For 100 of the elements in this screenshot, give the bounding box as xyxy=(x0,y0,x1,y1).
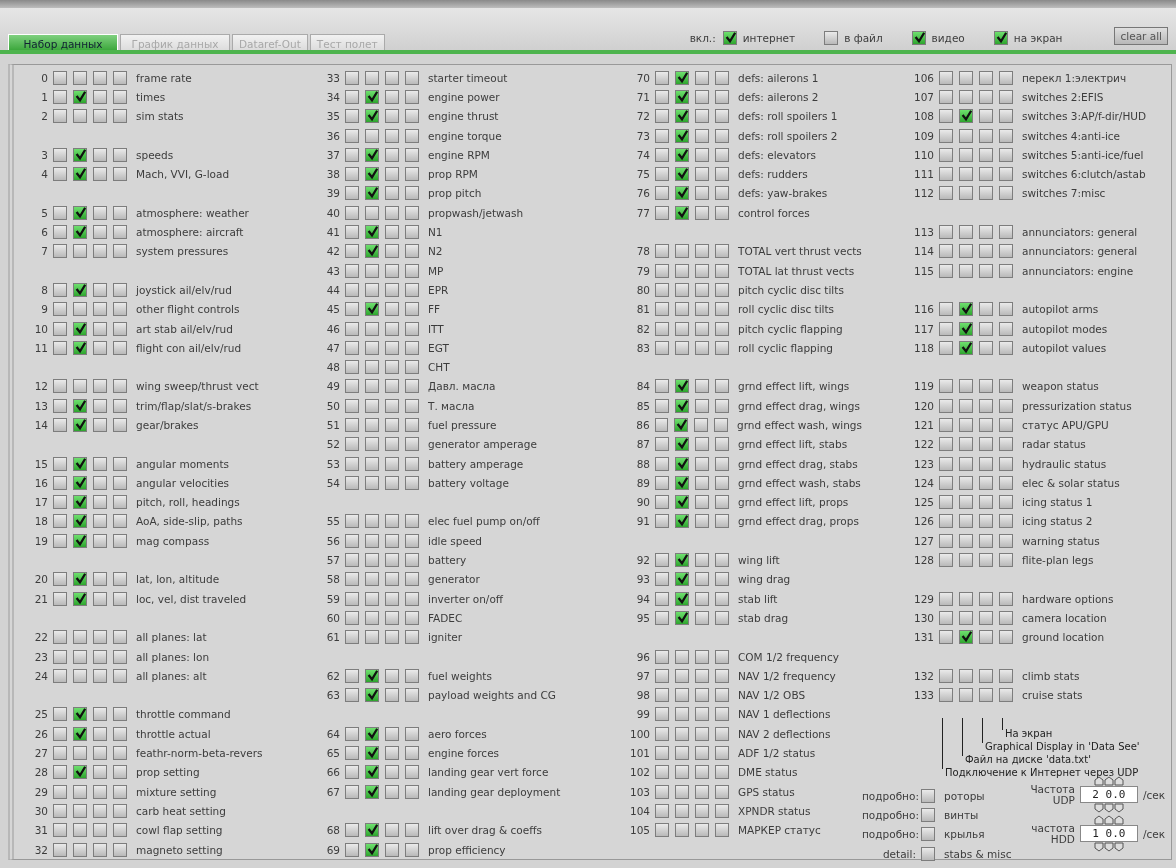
row-label: propwash/jetwash xyxy=(428,206,524,219)
row-label: mag compass xyxy=(136,534,210,547)
outputs-label: вкл.: xyxy=(689,32,716,44)
rate-field[interactable]: 1 0.0 xyxy=(1079,825,1138,843)
row-label: engine thrust xyxy=(428,110,499,123)
row-number: 130 xyxy=(912,611,934,624)
row-number: 30 xyxy=(33,804,48,817)
row-label: flite-plan legs xyxy=(1022,554,1094,567)
row-number: 106 xyxy=(912,71,934,84)
row-label: generator xyxy=(428,573,480,586)
row-label: wing drag xyxy=(738,573,791,586)
row-number: 9 xyxy=(40,303,48,316)
row-number: 60 xyxy=(325,611,340,624)
row-label: engine forces xyxy=(428,747,500,760)
row-label: throttle command xyxy=(136,708,231,721)
row-number: 6 xyxy=(40,226,48,238)
row-number: 109 xyxy=(912,129,934,142)
row-label: other flight controls xyxy=(136,303,240,316)
row-number: 98 xyxy=(635,689,650,702)
row-label: switches 5:anti-ice/fuel xyxy=(1022,148,1144,161)
row-number: 3 xyxy=(40,148,48,161)
row-label: defs: rudders xyxy=(738,168,808,181)
row-number: 108 xyxy=(912,110,934,123)
row-label: XPNDR status xyxy=(738,804,811,817)
row-label: grnd effect lift, stabs xyxy=(738,438,848,451)
row-label: ground location xyxy=(1022,631,1105,644)
row-label: defs: roll spoilers 2 xyxy=(738,129,838,142)
row-number: 17 xyxy=(33,496,48,509)
row-number: 0 xyxy=(40,71,48,84)
row-number: 31 xyxy=(33,824,48,837)
decrease-arrows-icon[interactable] xyxy=(1093,842,1124,853)
row-label: switches 7:misc xyxy=(1022,187,1106,200)
row-label: N2 xyxy=(428,245,443,258)
row-label: radar status xyxy=(1022,438,1086,451)
row-label: annunciators: general xyxy=(1022,245,1138,258)
row-label: autopilot values xyxy=(1022,341,1107,354)
row-number: 88 xyxy=(635,457,650,470)
row-label: engine power xyxy=(428,90,500,103)
row-number: 99 xyxy=(635,708,650,721)
decrease-arrows-icon[interactable] xyxy=(1093,803,1124,814)
row-number: 86 xyxy=(635,419,650,431)
row-number: 120 xyxy=(912,399,934,412)
row-label: grnd effect wash, wings xyxy=(737,419,862,431)
row-number: 115 xyxy=(912,264,934,277)
rate-label: Частота UDP xyxy=(1029,783,1075,806)
row-number: 1 xyxy=(40,90,48,103)
clear-all-button[interactable]: clear all xyxy=(1114,27,1168,45)
rate-field[interactable]: 2 0.0 xyxy=(1079,786,1138,804)
row-number: 89 xyxy=(635,476,650,489)
row-number: 69 xyxy=(325,843,340,856)
row-number: 68 xyxy=(325,824,340,837)
row-label: landing gear deployment xyxy=(428,785,561,798)
row-number: 57 xyxy=(325,554,340,567)
row-number: 96 xyxy=(635,650,650,663)
increase-arrows-icon[interactable] xyxy=(1093,776,1124,787)
row-label: TOTAL lat thrust vects xyxy=(738,264,855,277)
row-number: 42 xyxy=(325,245,340,258)
row-number: 111 xyxy=(912,168,934,181)
row-label: frame rate xyxy=(136,71,192,84)
row-label: all planes: lon xyxy=(136,650,210,663)
tab[interactable]: Набор данных xyxy=(8,34,118,50)
row-label: feathr-norm-beta-revers xyxy=(136,747,263,760)
row-label: switches 4:anti-ice xyxy=(1022,129,1121,142)
option-label: видео xyxy=(931,32,965,44)
row-label: elec & solar status xyxy=(1022,476,1120,489)
row-label: all planes: lat xyxy=(136,631,207,644)
row-label: FADEC xyxy=(428,611,463,624)
row-label: climb stats xyxy=(1022,669,1080,682)
row-label: Давл. масла xyxy=(428,380,496,393)
row-number: 122 xyxy=(912,438,934,451)
row-number: 55 xyxy=(325,515,340,528)
unit-label: /сек xyxy=(1142,827,1165,840)
row-label: annunciators: engine xyxy=(1022,264,1134,277)
row-number: 56 xyxy=(325,534,340,547)
row-label: prop efficiency xyxy=(428,843,506,856)
row-number: 5 xyxy=(40,206,48,219)
row-label: icing status 1 xyxy=(1022,496,1093,509)
row-label: defs: ailerons 1 xyxy=(738,71,819,84)
row-number: 40 xyxy=(325,206,340,219)
row-number: 105 xyxy=(628,824,650,837)
rate-label: частота HDD xyxy=(1030,822,1075,845)
row-label: engine torque xyxy=(428,129,502,142)
row-label: DME status xyxy=(738,766,798,779)
row-label: grnd effect drag, props xyxy=(738,515,859,528)
row-label: hydraulic status xyxy=(1022,457,1107,470)
row-number: 103 xyxy=(628,785,650,798)
row-number: 45 xyxy=(325,303,340,316)
row-number: 125 xyxy=(912,496,934,509)
row-number: 76 xyxy=(635,187,650,200)
legend-label: Подключение к Интернет через UDP xyxy=(945,767,1139,779)
row-number: 75 xyxy=(635,168,650,181)
row-label: battery amperage xyxy=(428,457,524,470)
row-number: 117 xyxy=(912,322,934,335)
row-number: 79 xyxy=(635,264,650,277)
row-number: 47 xyxy=(325,341,340,354)
row-number: 129 xyxy=(912,592,934,605)
increase-arrows-icon[interactable] xyxy=(1093,815,1124,826)
row-label: flight con ail/elv/rud xyxy=(136,341,242,354)
row-label: GPS status xyxy=(738,785,795,798)
row-number: 2 xyxy=(40,110,48,123)
